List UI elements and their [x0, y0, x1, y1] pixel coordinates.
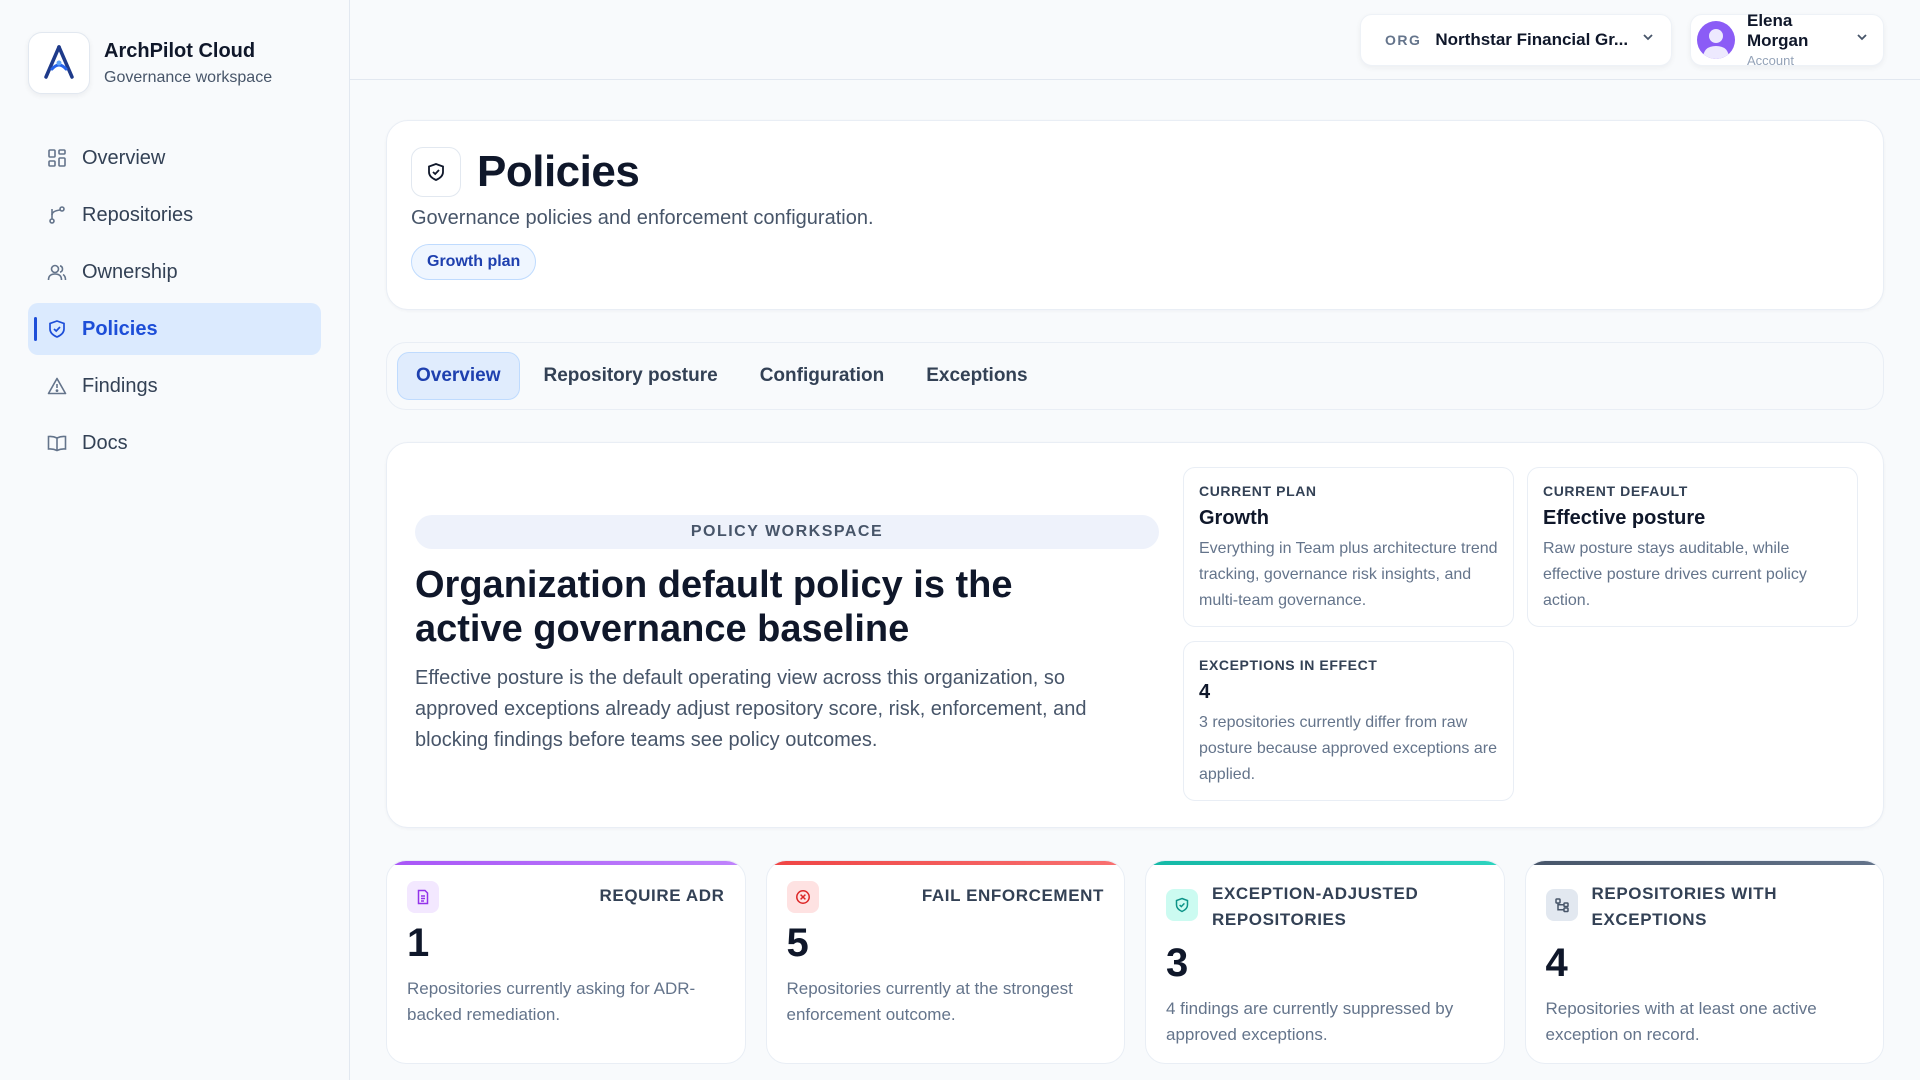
page-content: Policies Governance policies and enforce…: [350, 80, 1920, 1064]
stat-value: 3: [1166, 941, 1189, 985]
brand[interactable]: ArchPilot Cloud Governance workspace: [28, 32, 321, 94]
chevron-down-icon: [1855, 30, 1869, 49]
hierarchy-icon: [1545, 889, 1578, 921]
sidebar-item-findings[interactable]: Findings: [28, 360, 321, 412]
sidebar-item-label: Findings: [82, 374, 158, 397]
mini-card-label: CURRENT DEFAULT: [1543, 483, 1688, 499]
sidebar-item-label: Docs: [82, 431, 128, 454]
mini-card-description: Raw posture stays auditable, while effec…: [1543, 540, 1807, 609]
mini-card-label: EXCEPTIONS IN EFFECT: [1199, 657, 1378, 673]
stat-card-repositories-with-exceptions: REPOSITORIES WITH EXCEPTIONS 4 Repositor…: [1524, 860, 1884, 1064]
grid-icon: [46, 147, 68, 169]
policy-workspace-card: POLICY WORKSPACE Organization default po…: [386, 442, 1884, 828]
account-menu[interactable]: Elena Morgan Account: [1690, 11, 1884, 68]
account-subtitle: Account: [1747, 53, 1794, 68]
org-tag: ORG: [1385, 31, 1422, 48]
workspace-kicker: POLICY WORKSPACE: [415, 515, 1159, 549]
stat-value: 4: [1545, 941, 1568, 985]
stat-description: Repositories currently at the strongest …: [786, 979, 1073, 1024]
brand-logo-icon: [28, 32, 90, 94]
app-shell: ArchPilot Cloud Governance workspace Ove…: [0, 0, 1920, 1080]
brand-name: ArchPilot Cloud: [104, 39, 256, 62]
sidebar-item-repositories[interactable]: Repositories: [28, 189, 321, 241]
stat-value: 1: [407, 921, 430, 965]
mini-card-description: Everything in Team plus architecture tre…: [1199, 540, 1498, 609]
sidebar-item-ownership[interactable]: Ownership: [28, 246, 321, 298]
shield-check-icon: [1166, 889, 1198, 921]
policy-tabs: Overview Repository posture Configuratio…: [386, 342, 1884, 410]
tab-configuration[interactable]: Configuration: [742, 352, 903, 400]
chevron-down-icon: [1641, 30, 1655, 49]
document-icon: [407, 881, 439, 913]
stat-description: Repositories currently asking for ADR-ba…: [407, 979, 696, 1024]
stat-description: Repositories with at least one active ex…: [1545, 999, 1817, 1044]
stat-label: EXCEPTION-ADJUSTED REPOSITORIES: [1212, 884, 1419, 929]
book-icon: [46, 432, 68, 454]
sidebar-nav: Overview Repositories Ownership Policies…: [28, 132, 321, 469]
stat-card-require-adr: REQUIRE ADR 1 Repositories currently ask…: [386, 860, 746, 1064]
stat-card-exception-adjusted: EXCEPTION-ADJUSTED REPOSITORIES 3 4 find…: [1145, 860, 1505, 1064]
workspace-summary-grid: CURRENT PLAN Growth Everything in Team p…: [1183, 467, 1859, 803]
sidebar-item-label: Repositories: [82, 203, 194, 226]
exceptions-in-effect-card: EXCEPTIONS IN EFFECT 4 3 repositories cu…: [1183, 641, 1514, 801]
org-selector[interactable]: ORG Northstar Financial Gr...: [1360, 13, 1672, 66]
stat-value: 5: [786, 921, 809, 965]
current-plan-card: CURRENT PLAN Growth Everything in Team p…: [1183, 467, 1514, 627]
tab-repository-posture[interactable]: Repository posture: [526, 352, 736, 400]
tab-exceptions[interactable]: Exceptions: [908, 352, 1045, 400]
topbar: ORG Northstar Financial Gr... Elena Morg…: [350, 0, 1920, 80]
mini-card-value: 4: [1199, 681, 1211, 703]
brand-subtitle: Governance workspace: [104, 68, 273, 86]
shield-check-icon: [411, 147, 461, 197]
tab-overview[interactable]: Overview: [397, 352, 520, 400]
x-circle-icon: [786, 881, 819, 913]
stat-card-fail-enforcement: FAIL ENFORCEMENT 5 Repositories currentl…: [765, 860, 1125, 1064]
workspace-body: Effective posture is the default operati…: [415, 667, 1087, 751]
stat-label: FAIL ENFORCEMENT: [921, 886, 1104, 905]
page-description: Governance policies and enforcement conf…: [411, 207, 874, 229]
sidebar-item-overview[interactable]: Overview: [28, 132, 321, 184]
org-name: Northstar Financial Gr...: [1435, 29, 1627, 49]
page-title: Policies: [477, 147, 640, 196]
stat-label: REPOSITORIES WITH EXCEPTIONS: [1591, 884, 1778, 929]
warning-icon: [46, 375, 68, 397]
account-name: Elena Morgan: [1747, 11, 1809, 50]
sidebar-item-label: Ownership: [82, 260, 178, 283]
mini-card-value: Effective posture: [1543, 507, 1706, 529]
sidebar-item-policies[interactable]: Policies: [28, 303, 321, 355]
main-area: ORG Northstar Financial Gr... Elena Morg…: [350, 0, 1920, 1080]
users-icon: [46, 261, 68, 283]
sidebar-item-docs[interactable]: Docs: [28, 417, 321, 469]
shield-icon: [46, 318, 68, 340]
page-header-card: Policies Governance policies and enforce…: [386, 120, 1884, 310]
current-default-card: CURRENT DEFAULT Effective posture Raw po…: [1527, 467, 1858, 627]
branch-icon: [46, 204, 68, 226]
mini-card-label: CURRENT PLAN: [1199, 483, 1317, 499]
plan-badge[interactable]: Growth plan: [411, 244, 537, 280]
policy-stats: REQUIRE ADR 1 Repositories currently ask…: [386, 860, 1884, 1064]
sidebar-item-label: Policies: [82, 317, 158, 340]
stat-label: REQUIRE ADR: [599, 886, 725, 905]
stat-description: 4 findings are currently suppressed by a…: [1166, 999, 1454, 1044]
sidebar: ArchPilot Cloud Governance workspace Ove…: [0, 0, 350, 1080]
mini-card-description: 3 repositories currently differ from raw…: [1199, 714, 1497, 783]
sidebar-item-label: Overview: [82, 146, 166, 169]
avatar: [1697, 20, 1735, 59]
workspace-title: Organization default policy is the activ…: [415, 564, 1013, 650]
mini-card-value: Growth: [1199, 507, 1269, 529]
